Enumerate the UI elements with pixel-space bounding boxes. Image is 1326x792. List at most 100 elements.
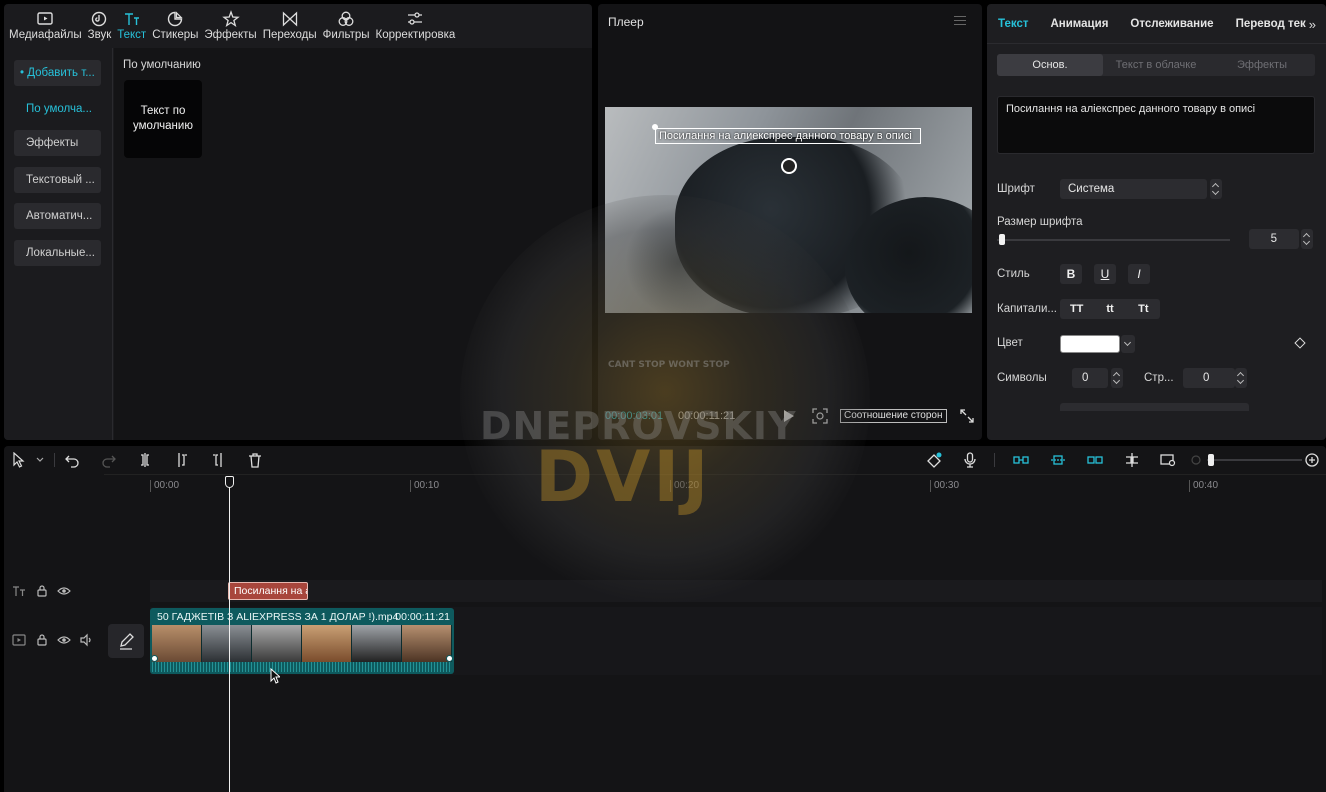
tab-transitions[interactable]: Переходы	[260, 4, 320, 41]
subtab-effects[interactable]: Эффекты	[1209, 54, 1315, 76]
characters-input[interactable]: 0	[1072, 368, 1108, 388]
font-size-slider[interactable]	[997, 239, 1230, 241]
lock-icon[interactable]	[35, 584, 49, 598]
player-menu-icon[interactable]	[954, 16, 966, 26]
visibility-icon[interactable]	[57, 584, 71, 598]
text-track-icon	[12, 584, 26, 598]
bold-button[interactable]: B	[1060, 264, 1082, 284]
caption-overlay[interactable]: Посилання на алиекспрес данного товару в…	[655, 128, 921, 144]
lines-stepper[interactable]	[1235, 368, 1247, 388]
video-track-icon	[12, 633, 26, 647]
font-size-input[interactable]: 5	[1249, 229, 1299, 249]
color-dropdown-icon[interactable]	[1121, 335, 1135, 353]
split-right-icon[interactable]	[210, 452, 226, 468]
text-input[interactable]: Посилання на алiекспрес данного товару в…	[997, 96, 1315, 154]
tab-text[interactable]: Текст	[114, 4, 149, 41]
video-preview[interactable]: Посилання на алиекспрес данного товару в…	[605, 107, 972, 313]
fullscreen-icon[interactable]	[960, 409, 974, 423]
auto-snap-icon[interactable]	[926, 452, 942, 468]
delete-icon[interactable]	[247, 452, 263, 468]
split-left-icon[interactable]	[174, 452, 190, 468]
category-effects[interactable]: Эффекты	[14, 130, 101, 156]
add-text-button[interactable]: • Добавить т...	[14, 60, 101, 86]
resize-handle[interactable]	[652, 124, 658, 130]
inspector-tab-tracking[interactable]: Отслеживание	[1119, 18, 1224, 30]
undo-icon[interactable]	[64, 452, 80, 468]
clip-trim-handle-right[interactable]	[446, 655, 453, 662]
font-select[interactable]: Система	[1060, 179, 1207, 199]
clip-trim-handle-left[interactable]	[151, 655, 158, 662]
inspector-tab-text[interactable]: Текст	[987, 18, 1039, 30]
inspector-tab-animation[interactable]: Анимация	[1039, 18, 1119, 30]
color-swatch[interactable]	[1060, 335, 1120, 353]
category-auto[interactable]: Автоматич...	[14, 203, 101, 229]
media-icon	[36, 9, 54, 29]
video-clip[interactable]: 50 ГАДЖЕТІВ З ALIEXPRESS ЗА 1 ДОЛАР !).m…	[150, 608, 454, 674]
player-panel: Плеер Посилання на алиекспрес данного то…	[598, 4, 982, 440]
text-subtabs: Основ. Текст в облачке Эффекты	[997, 54, 1315, 76]
media-tabs: Медиафайлы Звук Текст Стикеры Эффекты Пе…	[4, 4, 458, 48]
select-tool-icon[interactable]	[11, 451, 27, 468]
font-size-label: Размер шрифта	[997, 216, 1083, 228]
thumbnail-settings-icon[interactable]	[1160, 452, 1176, 468]
audio-waveform	[152, 662, 452, 672]
zoom-in-icon[interactable]	[1304, 452, 1320, 468]
category-local[interactable]: Локальные...	[14, 240, 101, 266]
text-track-lane[interactable]	[150, 580, 1322, 602]
playhead-handle[interactable]	[225, 476, 234, 488]
next-row-control[interactable]	[1060, 403, 1249, 411]
player-title: Плеер	[608, 15, 644, 29]
text-track-header	[4, 579, 104, 605]
zoom-out-icon[interactable]	[1188, 452, 1201, 468]
category-text-template[interactable]: Текстовый ...	[14, 167, 101, 193]
caps-title-button[interactable]: Tt	[1127, 299, 1160, 319]
aspect-ratio-button[interactable]: Соотношение сторон	[840, 409, 947, 423]
category-default[interactable]: По умолча...	[14, 96, 101, 122]
rotate-icon[interactable]	[781, 158, 797, 174]
media-panel: Медиафайлы Звук Текст Стикеры Эффекты Пе…	[4, 4, 592, 440]
fit-screen-icon[interactable]	[812, 408, 828, 424]
audio-mute-icon[interactable]	[79, 633, 93, 647]
redo-icon[interactable]	[101, 452, 117, 468]
keyframe-diamond-icon[interactable]	[1294, 337, 1306, 349]
caps-lower-button[interactable]: tt	[1093, 299, 1126, 319]
tab-media[interactable]: Медиафайлы	[6, 4, 85, 41]
tick-label: 00:20	[670, 480, 699, 492]
microphone-icon[interactable]	[962, 452, 978, 468]
timeline-ruler[interactable]: 00:00 00:10 00:20 00:30 00:40	[104, 474, 1326, 494]
chevron-down-icon[interactable]	[32, 452, 44, 468]
linkage-icon[interactable]	[1087, 452, 1103, 468]
zoom-slider[interactable]	[1207, 459, 1302, 461]
inspector-tab-translate[interactable]: Перевод тек	[1225, 18, 1317, 30]
cover-edit-button[interactable]	[108, 624, 144, 658]
magnet-icon[interactable]	[1050, 452, 1066, 468]
link-clips-icon[interactable]	[1013, 452, 1029, 468]
playhead[interactable]	[229, 476, 230, 792]
lines-input[interactable]: 0	[1183, 368, 1235, 388]
video-track-header	[4, 628, 104, 654]
tab-effects[interactable]: Эффекты	[201, 4, 259, 41]
subtab-basic[interactable]: Основ.	[997, 54, 1103, 76]
font-size-stepper[interactable]	[1301, 229, 1313, 249]
tab-adjust[interactable]: Корректировка	[373, 4, 459, 41]
tab-filters[interactable]: Фильтры	[320, 4, 373, 41]
characters-stepper[interactable]	[1111, 368, 1123, 388]
visibility-icon[interactable]	[57, 633, 71, 647]
caps-upper-button[interactable]: TT	[1060, 299, 1093, 319]
lock-icon[interactable]	[35, 633, 49, 647]
default-text-card[interactable]: Текст по умолчанию	[124, 80, 202, 158]
italic-button[interactable]: I	[1128, 264, 1150, 284]
tab-audio[interactable]: Звук	[85, 4, 115, 41]
font-select-arrows[interactable]	[1210, 179, 1222, 199]
subtab-bubble[interactable]: Текст в облачке	[1103, 54, 1209, 76]
text-clip[interactable]: Посилання на а	[228, 582, 308, 600]
play-icon[interactable]	[783, 409, 795, 423]
zoom-slider-knob[interactable]	[1208, 454, 1214, 466]
more-tabs-icon[interactable]: »	[1309, 17, 1316, 32]
font-label: Шрифт	[997, 183, 1035, 195]
preview-axis-icon[interactable]	[1124, 452, 1140, 468]
split-icon[interactable]	[137, 452, 153, 468]
underline-button[interactable]: U	[1094, 264, 1116, 284]
font-size-slider-knob[interactable]	[999, 234, 1005, 245]
tab-stickers[interactable]: Стикеры	[149, 4, 201, 41]
